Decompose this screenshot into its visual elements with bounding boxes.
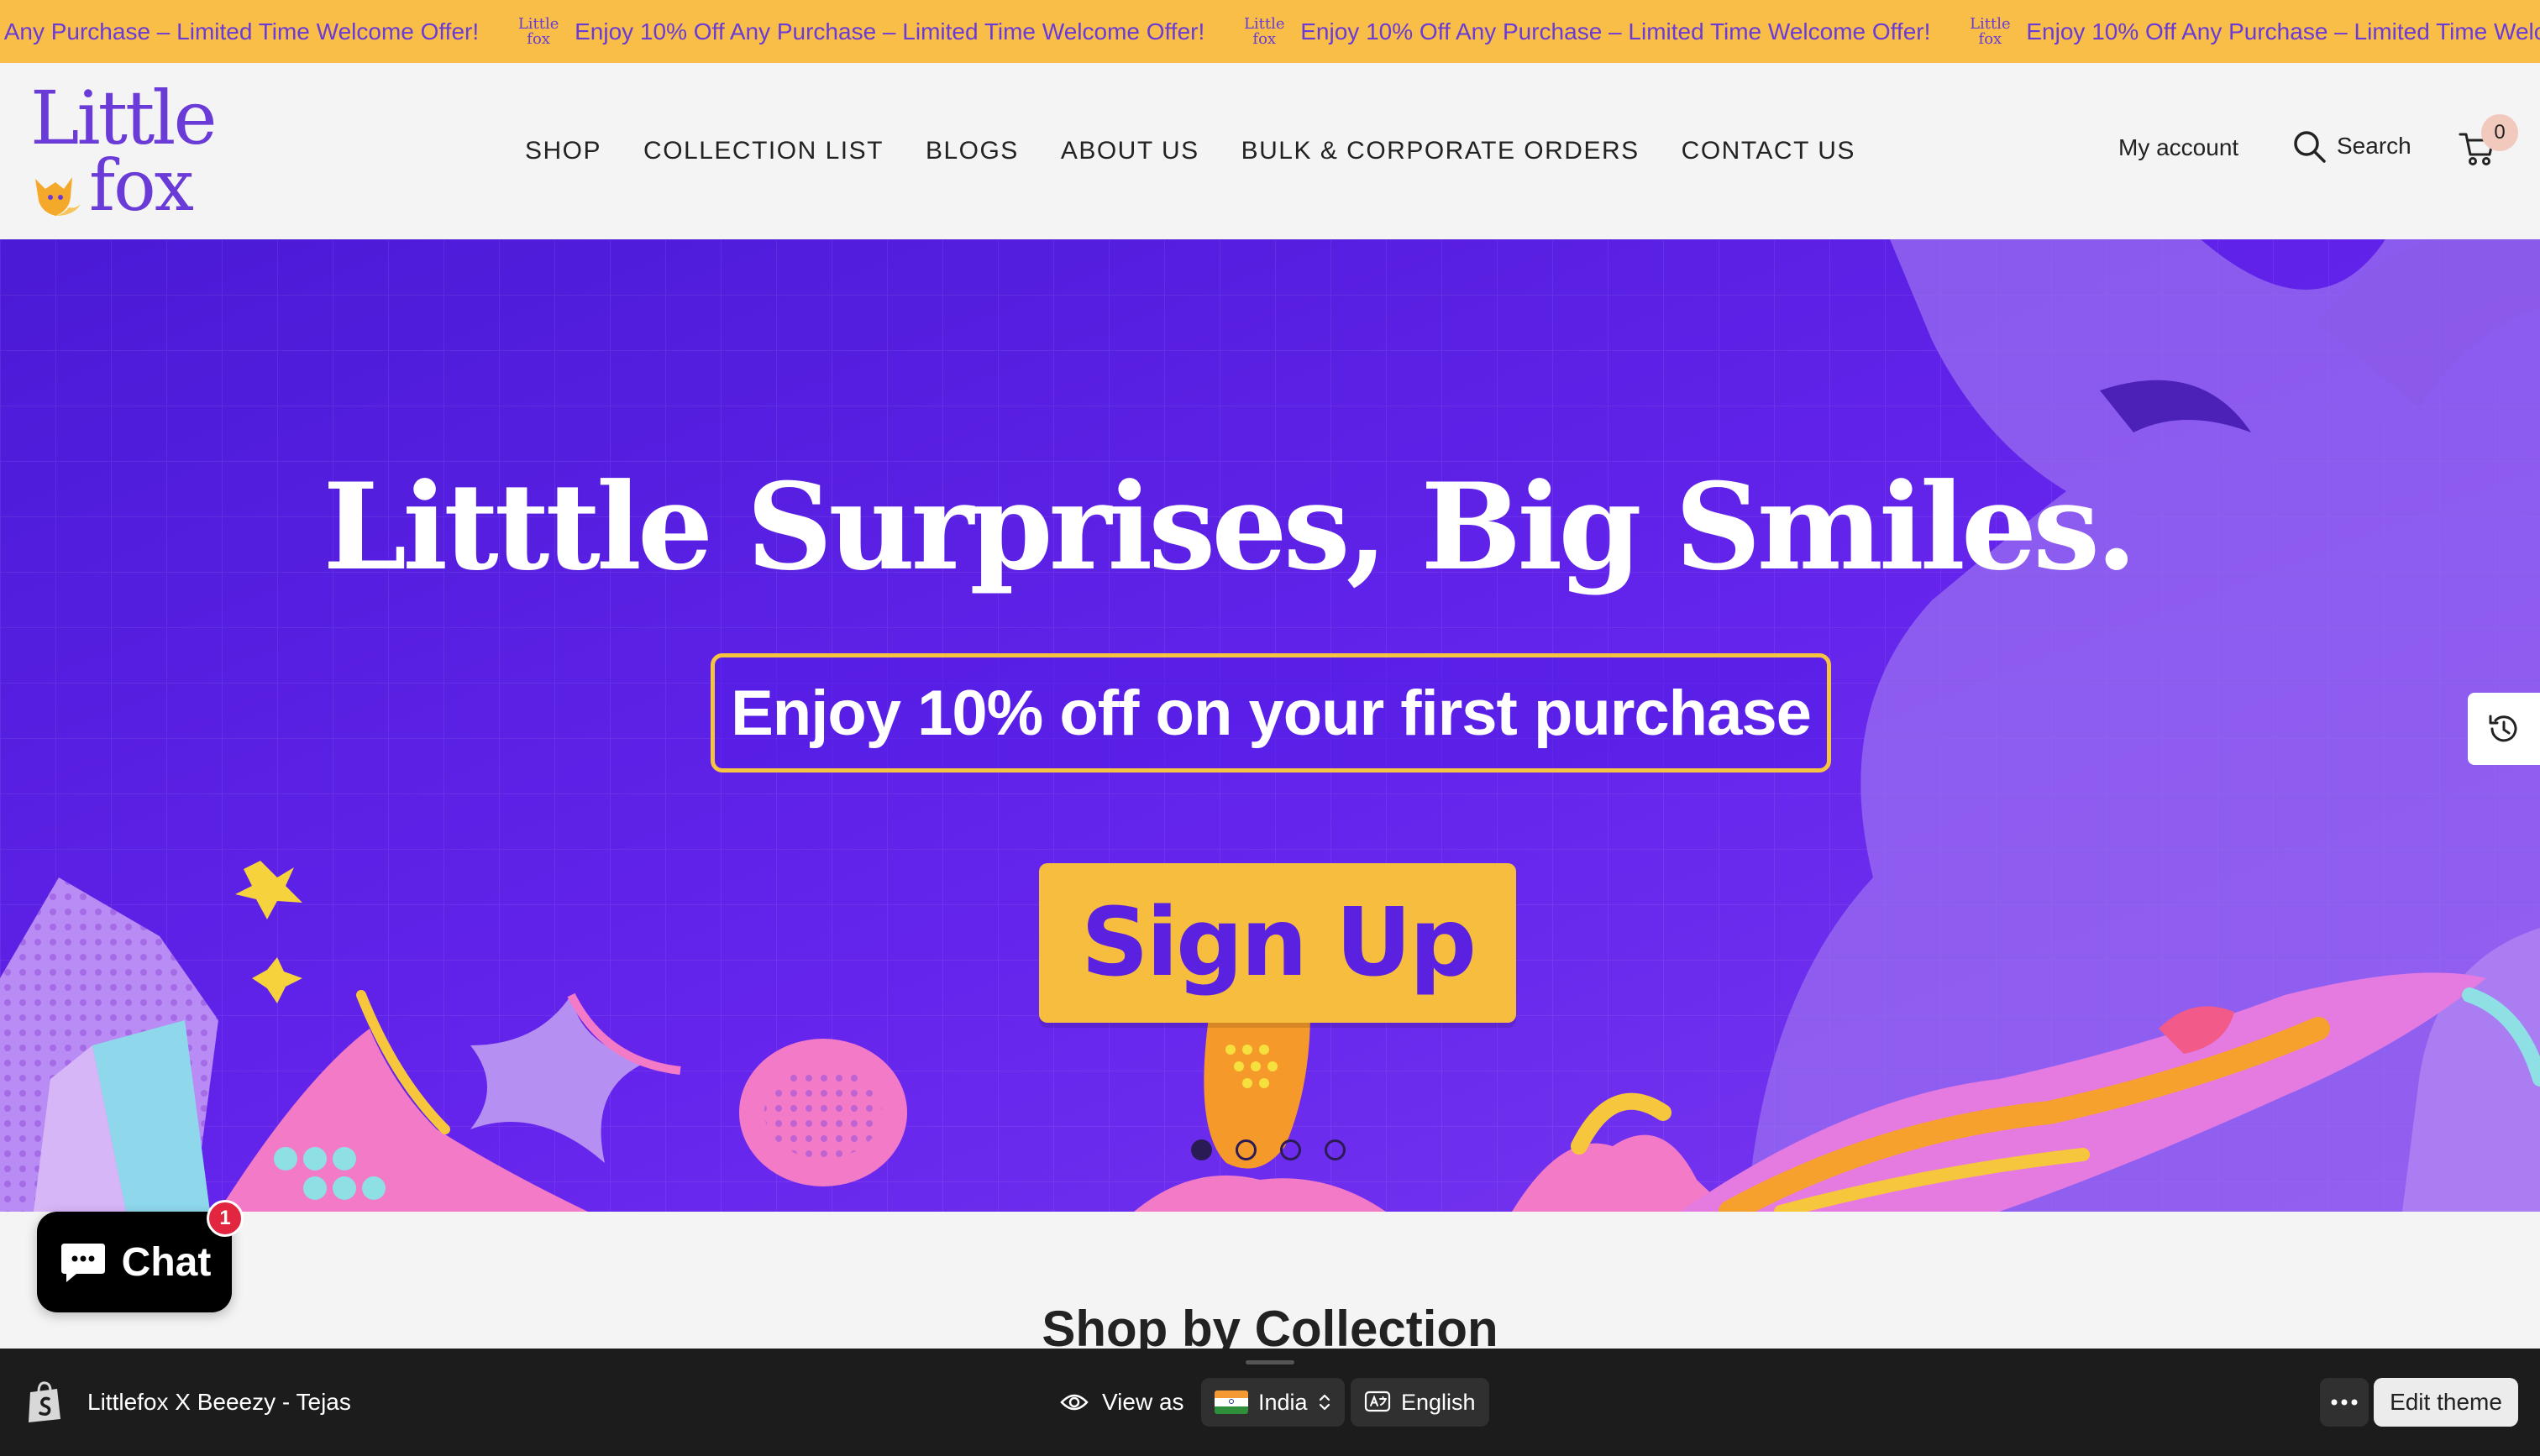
view-as-label: View as [1102,1389,1184,1415]
nav-blogs[interactable]: BLOGS [926,137,1019,165]
announcement-logo: Little fox [1243,13,1285,50]
announcement-text: Enjoy 10% Off Any Purchase – Limited Tim… [0,18,480,45]
store-name: Littlefox X Beeezy - Tejas [87,1389,351,1415]
eye-icon [1060,1394,1089,1411]
view-as: View as [1060,1349,1184,1456]
announcement-item: Little fox Enjoy 10% Off Any Purchase – Li… [1930,13,2540,50]
search-button[interactable]: Search [2291,128,2411,164]
nav-collection-list[interactable]: COLLECTION LIST [643,137,884,165]
chat-button[interactable]: Chat 1 [37,1200,244,1312]
page: Enjoy 10% Off Any Purchase – Limited Tim… [0,0,2540,1456]
sign-up-label: Sign Up [1080,888,1477,998]
nav-contact-us[interactable]: CONTACT US [1682,137,1855,165]
announcement-track: Enjoy 10% Off Any Purchase – Limited Tim… [0,0,2540,63]
chevron-updown-icon [1319,1394,1330,1411]
nav-about-us[interactable]: ABOUT US [1061,137,1199,165]
announcement-text: Enjoy 10% Off Any Purchase – Limited Tim… [575,18,1205,45]
slider-dot-4[interactable] [1325,1139,1346,1160]
more-options-button[interactable] [2320,1378,2369,1427]
announcement-logo-text: Little [1970,14,2011,33]
edit-theme-button[interactable]: Edit theme [2374,1378,2518,1427]
slider-pagination [1191,1139,1346,1160]
slider-dot-1[interactable] [1191,1139,1212,1160]
theme-preview-bar: Littlefox X Beeezy - Tejas View as India [0,1349,2540,1456]
recently-viewed-tab[interactable] [2468,693,2540,765]
history-clock-icon [2489,715,2517,742]
slider-dot-3[interactable] [1280,1139,1301,1160]
announcement-logo-text: fox [527,29,550,48]
cart-button[interactable]: 0 [2458,114,2518,171]
my-account-link[interactable]: My account [2118,134,2238,161]
slider-dot-2[interactable] [1236,1139,1257,1160]
chat-label: Chat [121,1239,212,1285]
cart-count-badge: 0 [2481,114,2518,151]
india-flag-icon [1215,1391,1248,1414]
country-selector[interactable]: India [1201,1378,1345,1427]
fox-logo-icon [35,177,81,216]
site-logo[interactable]: Little fox [25,81,218,224]
hero-offer-box: Enjoy 10% off on your first purchase [711,653,1831,773]
announcement-logo: Little fox [517,13,559,50]
announcement-item: Little fox Enjoy 10% Off Any Purchase – Li… [479,13,1204,50]
hero-banner: Litttle Surprises, Big Smiles. Enjoy 10%… [0,239,2540,1212]
announcement-logo-text: fox [1252,29,1277,48]
hero-title: Litttle Surprises, Big Smiles. [323,458,2137,597]
hero-offer-text: Enjoy 10% off on your first purchase [731,677,1812,749]
nav-bulk-corporate-orders[interactable]: BULK & CORPORATE ORDERS [1241,137,1640,165]
chat-unread-badge: 1 [207,1200,244,1237]
sign-up-button[interactable]: Sign Up [1039,863,1516,1023]
site-header: Little fox SHOP COLLECTION LIST BLOGS ABOUT… [0,63,2540,239]
announcement-logo-text: fox [1978,29,2002,48]
announcement-text: Enjoy 10% Off Any Purchase – Limited Tim… [1300,18,1931,45]
country-label: India [1258,1389,1308,1415]
main-nav: SHOP COLLECTION LIST BLOGS ABOUT US BULK & C… [525,63,1855,239]
translate-icon [1364,1391,1391,1412]
search-icon [2294,131,2326,163]
announcement-logo-text: Little [1243,14,1285,33]
search-label: Search [2337,133,2411,159]
announcement-logo: Little fox [1969,13,2011,50]
announcement-logo-text: Little [517,14,559,33]
more-dots-icon [2331,1399,2358,1406]
announcement-item: Little fox Enjoy 10% Off Any Purchase – Li… [1204,13,1930,50]
language-selector[interactable]: English [1351,1378,1489,1427]
shopify-bag-icon [29,1381,60,1422]
announcement-text: Enjoy 10% Off Any Purchase – Limited Tim… [2026,18,2540,45]
nav-shop[interactable]: SHOP [525,137,601,165]
preview-bar-drag-handle[interactable] [1246,1360,1294,1364]
logo-text-line2: fox [89,144,194,227]
announcement-bar: Enjoy 10% Off Any Purchase – Limited Tim… [0,0,2540,63]
language-label: English [1401,1389,1476,1415]
announcement-item: Enjoy 10% Off Any Purchase – Limited Tim… [0,18,479,45]
chat-bubble-icon [60,1244,105,1282]
